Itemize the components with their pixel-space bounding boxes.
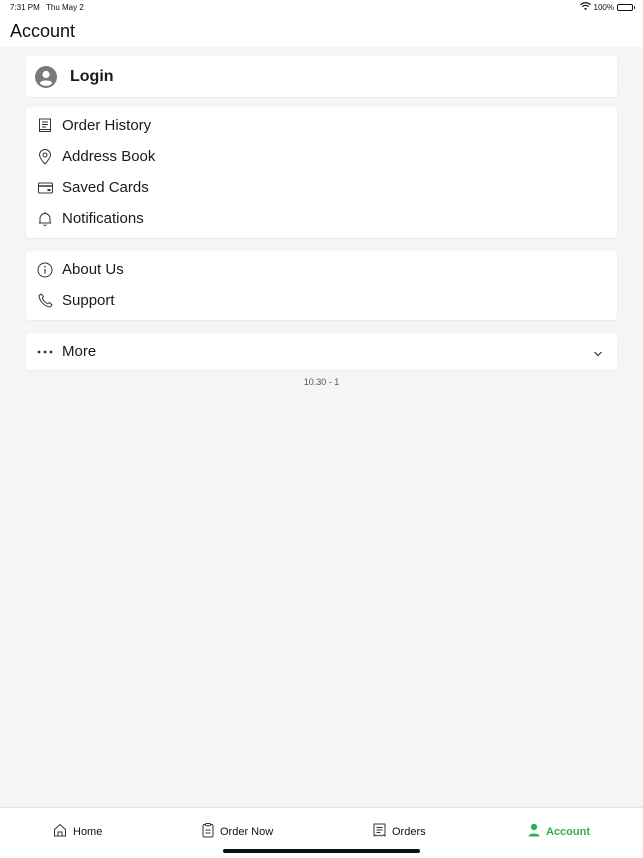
phone-icon: [37, 293, 53, 309]
menu-item-label: Saved Cards: [62, 179, 149, 196]
more-label: More: [62, 343, 97, 360]
menu-item-support[interactable]: Support: [26, 285, 617, 316]
tab-label: Home: [73, 825, 103, 838]
menu-item-label: About Us: [62, 261, 124, 278]
tab-label: Account: [546, 825, 590, 838]
info-icon: [37, 262, 53, 278]
account-icon: [528, 823, 540, 840]
status-bar: 7:31 PM Thu May 2 100%: [0, 0, 643, 16]
tab-label: Order Now: [220, 826, 274, 838]
chevron-down-icon[interactable]: [593, 345, 603, 363]
location-pin-icon: [37, 148, 53, 165]
tab-orders[interactable]: Orders: [373, 823, 426, 840]
home-icon: [53, 823, 67, 840]
login-button[interactable]: Login: [26, 56, 617, 97]
menu-item-label: Address Book: [62, 148, 156, 165]
status-date: Thu May 2: [46, 3, 84, 12]
menu-item-saved-cards[interactable]: Saved Cards: [26, 172, 617, 203]
wifi-icon: [579, 2, 591, 12]
menu-item-label: Support: [62, 292, 115, 309]
menu-item-label: Order History: [62, 117, 152, 134]
account-menu-group: Order History Address Book Saved Cards N…: [26, 107, 617, 238]
battery-icon: [617, 3, 635, 11]
bell-icon: [37, 211, 53, 227]
more-card[interactable]: More: [26, 333, 617, 370]
status-time: 7:31 PM: [10, 3, 40, 12]
tab-account[interactable]: Account: [528, 823, 590, 840]
tab-label: Orders: [392, 825, 426, 838]
battery-percent: 100%: [593, 2, 614, 12]
menu-item-notifications[interactable]: Notifications: [26, 203, 617, 234]
info-menu-group: About Us Support: [26, 251, 617, 320]
orders-icon: [373, 823, 386, 840]
app-version: 10.30 - 1: [303, 377, 340, 387]
home-indicator: [223, 849, 420, 853]
order-now-icon: [202, 823, 214, 841]
menu-item-order-history[interactable]: Order History: [26, 110, 617, 141]
menu-item-label: Notifications: [62, 210, 144, 227]
status-right: 100%: [579, 2, 635, 12]
credit-card-icon: [37, 180, 53, 196]
more-dots-icon: [37, 344, 53, 360]
login-label: Login: [70, 67, 114, 85]
receipt-icon: [37, 118, 53, 134]
page-header: Account: [0, 16, 643, 47]
menu-item-about-us[interactable]: About Us: [26, 254, 617, 285]
tab-home[interactable]: Home: [53, 823, 102, 840]
tab-order-now[interactable]: Order Now: [202, 823, 273, 841]
more-toggle[interactable]: More: [26, 333, 617, 370]
menu-item-address-book[interactable]: Address Book: [26, 141, 617, 172]
login-card[interactable]: Login: [26, 56, 617, 97]
user-avatar-icon: [35, 65, 57, 88]
page-title: Account: [10, 21, 76, 41]
